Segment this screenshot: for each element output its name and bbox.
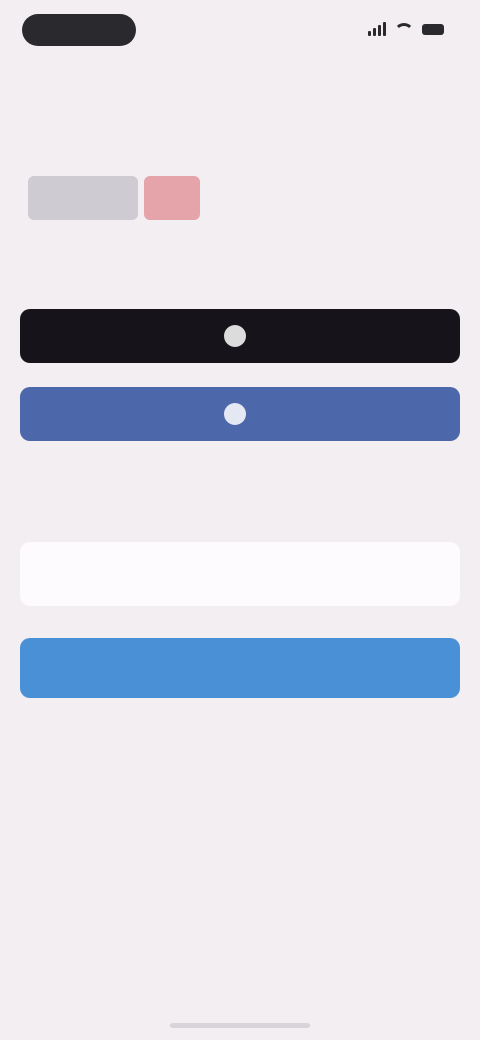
status-icons xyxy=(368,22,444,36)
apple-icon xyxy=(224,325,246,347)
continue-with-apple-button[interactable] xyxy=(20,309,460,363)
brand-logo xyxy=(28,170,208,226)
battery-icon xyxy=(422,23,444,35)
continue-with-facebook-button[interactable] xyxy=(20,387,460,441)
facebook-icon xyxy=(224,403,246,425)
email-field[interactable] xyxy=(40,564,440,584)
home-indicator xyxy=(170,1023,310,1028)
wifi-icon xyxy=(394,22,414,36)
status-time xyxy=(22,14,136,46)
continue-button[interactable] xyxy=(20,638,460,698)
signal-icon xyxy=(368,22,386,36)
status-bar xyxy=(0,0,480,60)
email-field-container[interactable] xyxy=(20,542,460,606)
logo-mark-icon xyxy=(144,176,200,220)
logo-wordmark xyxy=(28,176,138,220)
